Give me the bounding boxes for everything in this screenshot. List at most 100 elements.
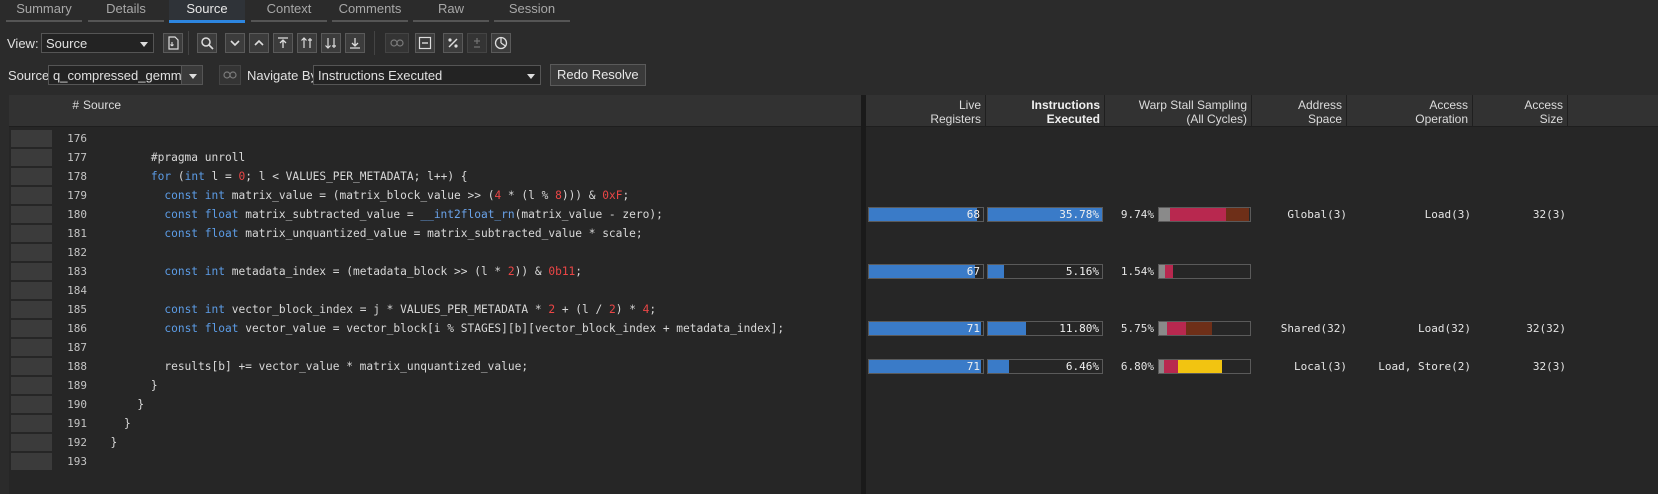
scroll-to-bottom-button[interactable] (345, 33, 365, 53)
link-source-button[interactable] (219, 65, 241, 85)
metric-row[interactable]: 67 5.16% 1.54% (866, 262, 1658, 281)
access-size-header[interactable]: Access Size (1473, 95, 1568, 127)
live-registers-header[interactable]: Live Registers (866, 95, 986, 127)
tab-session[interactable]: Session (494, 0, 570, 22)
source-line[interactable]: 181 const float matrix_unquantized_value… (9, 224, 861, 243)
line-marker[interactable] (11, 377, 52, 394)
source-code-text: } (97, 417, 131, 430)
tab-summary[interactable]: Summary (6, 0, 82, 22)
percent-toggle-button[interactable] (443, 33, 463, 53)
instructions-executed-bar: 35.78% (987, 207, 1103, 222)
line-marker[interactable] (11, 301, 52, 318)
warp-stall-sampling-header[interactable]: Warp Stall Sampling (All Cycles) (1105, 95, 1252, 127)
view-select-value: Source (46, 36, 88, 51)
line-marker[interactable] (11, 320, 52, 337)
pie-chart-button[interactable] (491, 33, 511, 53)
source-code-text: } (97, 379, 158, 392)
line-marker[interactable] (11, 168, 52, 185)
source-line[interactable]: 178 for (int l = 0; l < VALUES_PER_METAD… (9, 167, 861, 186)
tab-source[interactable]: Source (169, 0, 245, 23)
source-line[interactable]: 182 (9, 243, 861, 262)
line-marker[interactable] (11, 453, 52, 470)
source-code-text: results[b] += vector_value * matrix_unqu… (97, 360, 529, 373)
instructions-executed-fill (988, 322, 1026, 335)
line-number: 180 (67, 208, 87, 221)
line-marker[interactable] (11, 358, 52, 375)
line-marker[interactable] (11, 396, 52, 413)
scroll-to-top-button[interactable] (273, 33, 293, 53)
tab-context[interactable]: Context (251, 0, 327, 22)
previous-button[interactable] (249, 33, 269, 53)
sort-down-icon (325, 38, 336, 49)
access-operation-value: Load(32) (1418, 322, 1471, 335)
source-line[interactable]: 183 const int metadata_index = (metadata… (9, 262, 861, 281)
redo-resolve-button[interactable]: Redo Resolve (550, 64, 646, 86)
link-button[interactable] (385, 33, 409, 53)
instructions-executed-value: 11.80% (1059, 322, 1099, 335)
view-select[interactable]: Source (41, 33, 154, 53)
arrow-to-bottom-icon (350, 38, 360, 49)
tab-details[interactable]: Details (88, 0, 164, 22)
source-line[interactable]: 179 const int matrix_value = (matrix_blo… (9, 186, 861, 205)
line-marker[interactable] (11, 130, 52, 147)
line-marker[interactable] (11, 263, 52, 280)
collapse-button[interactable] (415, 33, 435, 53)
access-operation-value: Load(3) (1424, 208, 1471, 221)
source-line[interactable]: 187 (9, 338, 861, 357)
line-marker[interactable] (11, 339, 52, 356)
line-marker[interactable] (11, 149, 52, 166)
line-marker[interactable] (11, 187, 52, 204)
warp-stall-value: 6.80% (1120, 360, 1154, 373)
metrics-pane: Live Registers Instructions Executed Warp … (866, 95, 1658, 494)
source-line[interactable]: 184 (9, 281, 861, 300)
line-marker[interactable] (11, 206, 52, 223)
access-size-value: 32(3) (1532, 360, 1566, 373)
source-line[interactable]: 185 const int vector_block_index = j * V… (9, 300, 861, 319)
live-registers-value: 68 (966, 208, 980, 221)
address-space-value: Global(3) (1287, 208, 1347, 221)
minus-box-icon (418, 36, 432, 50)
source-line[interactable]: 180 const float matrix_subtracted_value … (9, 205, 861, 224)
line-marker[interactable] (11, 244, 52, 261)
source-line[interactable]: 192 } (9, 433, 861, 452)
instructions-executed-header[interactable]: Instructions Executed (986, 95, 1105, 127)
instructions-executed-value: 5.16% (1065, 265, 1099, 278)
access-operation-header[interactable]: Access Operation (1347, 95, 1473, 127)
source-code-text: #pragma unroll (97, 151, 246, 164)
source-line[interactable]: 176 (9, 129, 861, 148)
export-file-button[interactable] (163, 33, 183, 53)
source-line[interactable]: 177 #pragma unroll (9, 148, 861, 167)
line-number: 187 (67, 341, 87, 354)
plus-minus-button[interactable] (467, 33, 487, 53)
find-button[interactable] (197, 33, 217, 53)
tab-bar: Summary Details Source Context Comments … (0, 0, 1658, 23)
source-line[interactable]: 190 } (9, 395, 861, 414)
source-file-select[interactable]: q_compressed_gemm.cu (48, 65, 203, 85)
navigate-by-select[interactable]: Instructions Executed (313, 65, 541, 85)
live-registers-fill (869, 322, 982, 335)
metric-row[interactable]: 71 11.80% 5.75% Shared(32) Load(32) 32(32) (866, 319, 1658, 338)
stall-segment (1177, 360, 1222, 373)
stall-segment (1169, 208, 1226, 221)
metric-row[interactable]: 71 6.46% 6.80% Local(3) Load, Store(2) 32(3) (866, 357, 1658, 376)
line-marker[interactable] (11, 415, 52, 432)
source-line[interactable]: 189 } (9, 376, 861, 395)
source-line[interactable]: 186 const float vector_value = vector_bl… (9, 319, 861, 338)
source-line[interactable]: 191 } (9, 414, 861, 433)
next-button[interactable] (225, 33, 245, 53)
line-marker[interactable] (11, 282, 52, 299)
sort-ascending-button[interactable] (297, 33, 317, 53)
line-marker[interactable] (11, 434, 52, 451)
tab-comments[interactable]: Comments (332, 0, 408, 22)
tab-raw[interactable]: Raw (413, 0, 489, 22)
sort-up-icon (301, 37, 312, 48)
address-space-header[interactable]: Address Space (1252, 95, 1347, 127)
chevron-down-icon (230, 40, 240, 47)
chevron-down-icon (527, 74, 535, 79)
line-marker[interactable] (11, 225, 52, 242)
sort-descending-button[interactable] (321, 33, 341, 53)
metric-row[interactable]: 68 35.78% 9.74% Global(3) Load(3) 32(3) (866, 205, 1658, 224)
source-line[interactable]: 193 (9, 452, 861, 471)
source-line[interactable]: 188 results[b] += vector_value * matrix_… (9, 357, 861, 376)
warp-stall-bar (1158, 321, 1251, 336)
